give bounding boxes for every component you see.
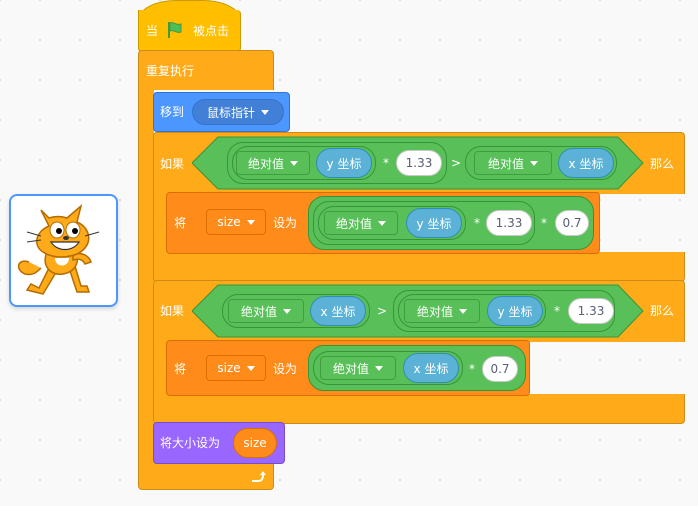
if2-set-to-label: 设为 (273, 362, 298, 376)
if2-right-abs-dropdown[interactable]: 绝对值 (404, 299, 480, 323)
dropdown-caret-icon (246, 365, 255, 371)
scale-value: 0.7 (562, 216, 582, 230)
if1-set-times1-label: * (474, 216, 480, 230)
hat-clicked-label: 被点击 (193, 24, 230, 38)
if2-set-label: 将 (174, 362, 187, 376)
abs-menu-value: 绝对值 (487, 156, 524, 171)
reporter-label: x 坐标 (413, 361, 449, 376)
if1-set-label: 将 (174, 216, 187, 230)
if2-then-label: 那么 (650, 304, 675, 318)
if1-right-reporter[interactable]: x 坐标 (558, 148, 614, 178)
loop-arrow-icon (252, 471, 266, 482)
dropdown-caret-icon (378, 220, 386, 226)
if1-if-label: 如果 (160, 157, 185, 171)
if1-times-label: * (383, 156, 389, 170)
dropdown-caret-icon (246, 219, 255, 225)
abs-menu-value: 绝对值 (247, 156, 284, 171)
reporter-label: y 坐标 (416, 216, 452, 231)
if1-then-label: 那么 (650, 157, 675, 171)
if2-variable-dropdown[interactable]: size (206, 355, 266, 381)
if1-set-times2-label: * (541, 216, 547, 230)
if1-set-scale-input[interactable]: 0.7 (555, 210, 589, 236)
if2-right-reporter[interactable]: y 坐标 (487, 296, 543, 326)
reporter-label: x 坐标 (320, 304, 356, 319)
if2-left-reporter[interactable]: x 坐标 (310, 296, 366, 326)
dropdown-caret-icon (530, 160, 538, 166)
dropdown-caret-icon (375, 365, 383, 371)
dropdown-caret-icon (459, 308, 467, 314)
green-flag-icon (168, 22, 182, 38)
variable-name: size (243, 436, 267, 450)
dropdown-caret-icon (283, 308, 291, 314)
variable-name: size (217, 215, 241, 229)
variable-name: size (217, 361, 241, 375)
if2-left-abs-dropdown[interactable]: 绝对值 (228, 299, 304, 323)
if1-set-reporter[interactable]: y 坐标 (406, 208, 462, 238)
if1-bottom (153, 252, 685, 282)
reporter-label: y 坐标 (497, 304, 533, 319)
if2-set-times-label: * (469, 362, 475, 376)
forever-arm (138, 88, 154, 464)
if1-set-abs-dropdown[interactable]: 绝对值 (324, 211, 398, 235)
abs-menu-value: 绝对值 (416, 304, 453, 319)
abs-menu-value: 绝对值 (240, 304, 277, 319)
if1-left-abs-dropdown[interactable]: 绝对值 (236, 151, 310, 175)
if1-set-to-label: 设为 (273, 216, 298, 230)
if1-gt-label: > (451, 156, 462, 170)
dropdown-caret-icon (290, 160, 298, 166)
factor-value: 1.33 (495, 216, 523, 230)
reporter-label: y 坐标 (326, 156, 362, 171)
goto-target-value: 鼠标指针 (206, 105, 255, 120)
if2-gt-label: > (377, 304, 388, 318)
cat-sprite-icon (17, 203, 100, 295)
set-size-variable-reporter[interactable]: size (233, 428, 277, 458)
if2-set-scale-input[interactable]: 0.7 (482, 356, 518, 382)
dropdown-caret-icon (261, 109, 269, 115)
reporter-label: x 坐标 (568, 156, 604, 171)
abs-menu-value: 绝对值 (335, 216, 372, 231)
if2-set-reporter[interactable]: x 坐标 (403, 353, 459, 383)
if1-right-abs-dropdown[interactable]: 绝对值 (474, 151, 552, 175)
if2-bottom (153, 394, 685, 424)
goto-label: 移到 (160, 105, 185, 119)
if1-left-reporter[interactable]: y 坐标 (316, 148, 372, 178)
if2-times-label: * (554, 304, 560, 318)
set-size-label: 将大小设为 (160, 436, 221, 450)
forever-label: 重复执行 (146, 64, 195, 78)
hat-when-label: 当 (146, 24, 159, 38)
if1-arm (153, 192, 167, 254)
if1-set-factor-input[interactable]: 1.33 (486, 210, 532, 236)
goto-target-dropdown[interactable]: 鼠标指针 (192, 99, 284, 125)
sprite-thumbnail[interactable] (9, 194, 118, 307)
factor-value: 1.33 (577, 304, 605, 318)
if1-variable-dropdown[interactable]: size (206, 209, 266, 235)
if2-if-label: 如果 (160, 304, 185, 318)
if2-set-abs-dropdown[interactable]: 绝对值 (320, 356, 396, 380)
scale-value: 0.7 (490, 362, 510, 376)
factor-value: 1.33 (405, 156, 433, 170)
abs-menu-value: 绝对值 (332, 361, 369, 376)
if2-arm (153, 340, 167, 396)
if1-factor-input[interactable]: 1.33 (396, 150, 442, 176)
if2-factor-input[interactable]: 1.33 (568, 298, 614, 324)
